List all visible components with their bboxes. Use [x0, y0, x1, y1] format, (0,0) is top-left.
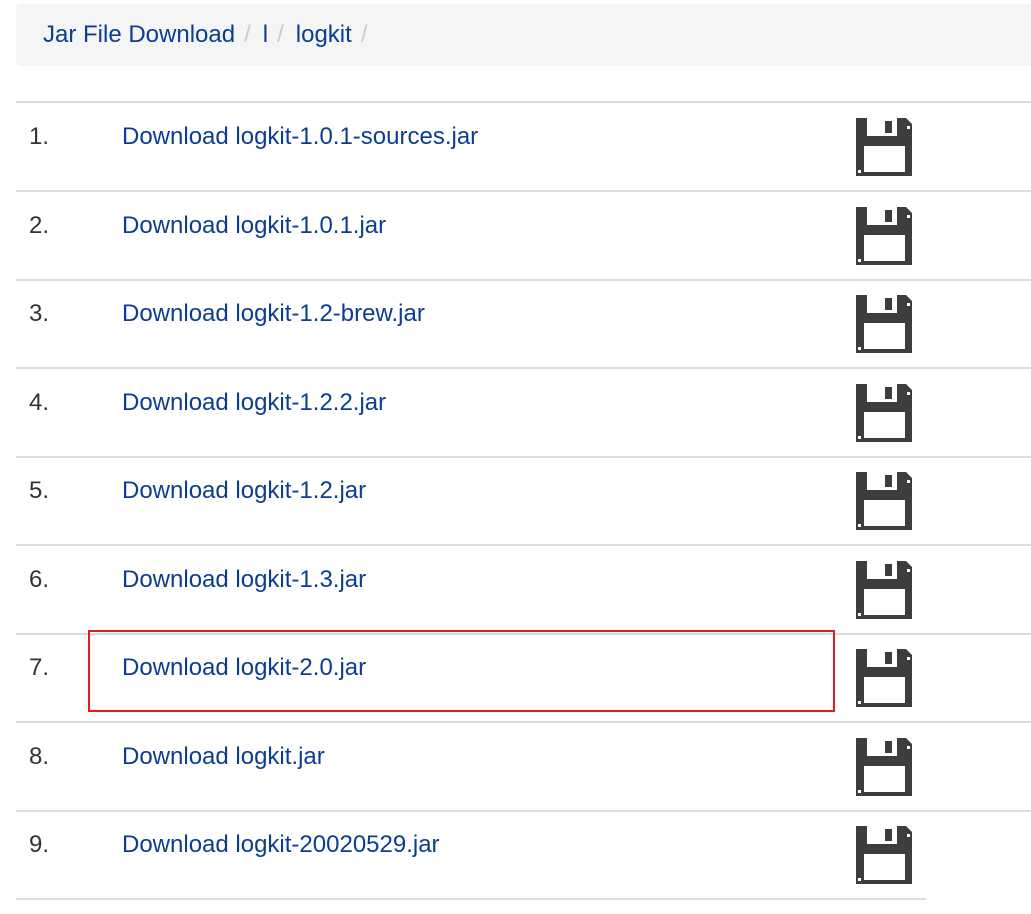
download-link[interactable]: Download logkit-1.0.1-sources.jar — [122, 123, 478, 151]
row-index: 9. — [29, 831, 50, 858]
floppy-disk-icon[interactable] — [856, 295, 912, 353]
floppy-disk-icon[interactable] — [856, 561, 912, 619]
floppy-disk-icon[interactable] — [856, 649, 912, 707]
breadcrumb: Jar File Download / l / logkit / — [16, 4, 1031, 66]
download-link[interactable]: Download logkit-20020529.jar — [122, 831, 440, 859]
row-index: 2. — [29, 212, 50, 239]
floppy-disk-icon[interactable] — [856, 118, 912, 176]
download-link[interactable]: Download logkit.jar — [122, 743, 325, 771]
download-link[interactable]: Download logkit-1.3.jar — [122, 566, 366, 594]
breadcrumb-link-logkit[interactable]: logkit — [296, 21, 352, 49]
table-row: 9. Download logkit-20020529.jar — [16, 811, 926, 900]
floppy-disk-icon[interactable] — [856, 472, 912, 530]
table-row: 2. Download logkit-1.0.1.jar — [16, 192, 1031, 281]
table-row: 1. Download logkit-1.0.1-sources.jar — [16, 103, 1031, 192]
download-link[interactable]: Download logkit-2.0.jar — [122, 654, 366, 682]
floppy-disk-icon[interactable] — [856, 207, 912, 265]
floppy-disk-icon[interactable] — [856, 826, 912, 884]
download-link[interactable]: Download logkit-1.2.2.jar — [122, 389, 386, 417]
row-index: 3. — [29, 300, 50, 327]
table-row: 6. Download logkit-1.3.jar — [16, 546, 1031, 635]
floppy-disk-icon[interactable] — [856, 384, 912, 442]
table-row: 5. Download logkit-1.2.jar — [16, 457, 1031, 546]
table-row: 7. Download logkit-2.0.jar — [16, 634, 1031, 723]
download-link[interactable]: Download logkit-1.2-brew.jar — [122, 300, 425, 328]
row-index: 1. — [29, 123, 50, 150]
row-index: 4. — [29, 389, 50, 416]
row-index: 7. — [29, 654, 50, 681]
download-link[interactable]: Download logkit-1.0.1.jar — [122, 212, 386, 240]
row-index: 5. — [29, 477, 50, 504]
row-index: 8. — [29, 743, 50, 770]
breadcrumb-link-home[interactable]: Jar File Download — [43, 21, 235, 49]
table-row: 8. Download logkit.jar — [16, 723, 1031, 812]
breadcrumb-separator: / — [277, 21, 284, 48]
floppy-disk-icon[interactable] — [856, 738, 912, 796]
table-row: 4. Download logkit-1.2.2.jar — [16, 369, 1031, 458]
download-link[interactable]: Download logkit-1.2.jar — [122, 477, 366, 505]
breadcrumb-separator: / — [360, 21, 368, 48]
table-row: 3. Download logkit-1.2-brew.jar — [16, 280, 1031, 369]
breadcrumb-separator: / — [244, 21, 251, 48]
row-index: 6. — [29, 566, 50, 593]
